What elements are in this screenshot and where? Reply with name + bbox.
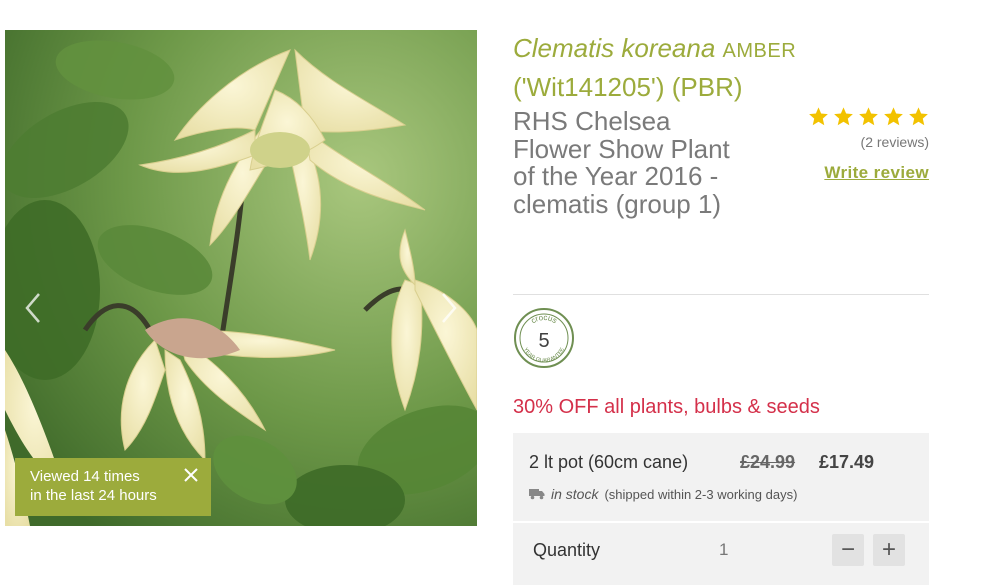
buy-box: 2 lt pot (60cm cane) £24.99 £17.49 in st…	[513, 433, 929, 585]
product-photo	[5, 30, 477, 526]
chevron-right-icon	[442, 293, 457, 323]
variant-option[interactable]: 2 lt pot (60cm cane)	[529, 452, 688, 473]
product-image[interactable]: Viewed 14 times in the last 24 hours	[5, 30, 477, 526]
star-rating	[729, 106, 929, 127]
review-count[interactable]: (2 reviews)	[729, 134, 929, 150]
star-icon	[859, 107, 878, 126]
prev-image-button[interactable]	[19, 288, 49, 328]
viewed-line-1: Viewed 14 times	[30, 468, 140, 485]
chevron-left-icon	[25, 293, 40, 323]
star-icon	[909, 107, 928, 126]
star-icon	[809, 107, 828, 126]
old-price: £24.99	[740, 452, 796, 472]
product-title: Clematis koreana AMBER	[513, 30, 929, 69]
promo-banner: 30% OFF all plants, bulbs & seeds	[513, 396, 820, 418]
divider	[513, 294, 929, 295]
product-code: ('Wit141205') (PBR)	[513, 72, 743, 102]
write-review-link[interactable]: Write review	[824, 163, 929, 183]
guarantee-badge: crocus 5 YEAR GUARANTEE	[514, 308, 574, 368]
quantity-increase-button[interactable]: +	[873, 534, 905, 566]
star-icon	[834, 107, 853, 126]
quantity-decrease-button[interactable]: −	[832, 534, 864, 566]
star-icon	[884, 107, 903, 126]
guarantee-years: 5	[538, 330, 549, 352]
shipping-note: (shipped within 2-3 working days)	[604, 486, 798, 502]
next-image-button[interactable]	[433, 288, 463, 328]
latin-name: Clematis koreana	[513, 33, 716, 63]
quantity-input[interactable]: 1	[719, 540, 728, 560]
stock-status: in stock (shipped within 2-3 working day…	[529, 486, 797, 502]
viewed-line-2: in the last 24 hours	[30, 487, 157, 504]
truck-icon	[529, 489, 545, 500]
rating-block: (2 reviews) Write review	[729, 106, 929, 183]
in-stock-label: in stock	[551, 486, 599, 502]
quantity-label: Quantity	[533, 540, 601, 560]
product-info: Clematis koreana AMBER ('Wit141205') (PB…	[513, 30, 929, 585]
cultivar-name: AMBER	[722, 40, 797, 62]
divider	[513, 521, 929, 523]
close-icon[interactable]	[182, 466, 200, 484]
sale-price: £17.49	[819, 452, 875, 472]
product-subtitle: RHS Chelsea Flower Show Plant of the Yea…	[513, 106, 730, 219]
viewed-notice: Viewed 14 times in the last 24 hours	[15, 458, 211, 516]
